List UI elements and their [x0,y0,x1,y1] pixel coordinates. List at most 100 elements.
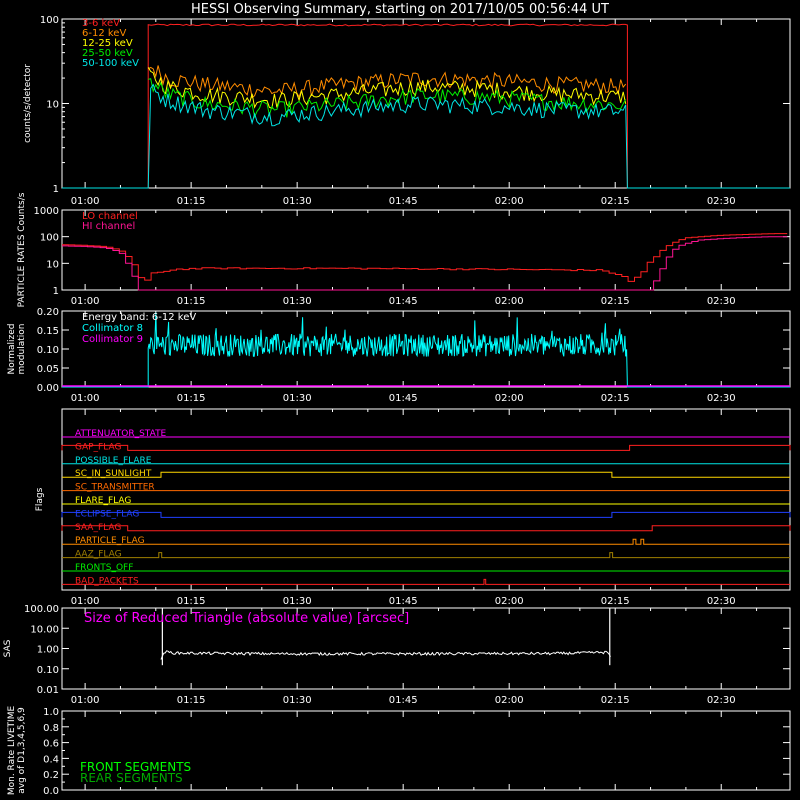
livetime-ytick-label: 0.4 [43,754,59,765]
sas-ytick-label: 10.00 [30,624,59,635]
particle-rates-xtick-label: 02:00 [495,296,524,307]
sas-ylabel-group: SAS [3,639,13,657]
count-rates-xtick-label: 01:00 [71,196,100,207]
flags-xtick-label: 02:15 [601,596,630,607]
sas-series [160,650,611,660]
livetime-ytick-label: 1.0 [43,707,59,718]
particle-rates-frame [61,209,791,291]
modulation-ylabel-line2-group: modulation [17,324,27,375]
count-rates-xtick-label: 01:15 [177,196,206,207]
modulation-legend-item: Collimator 9 [82,334,143,345]
particle-rates-xtick-label: 02:15 [601,296,630,307]
flag-label: SAA_FLAG [75,523,121,533]
modulation-ylabel-line2: modulation [17,324,27,375]
count-rates-legend-item: 50-100 keV [82,58,139,69]
modulation-xtick-label: 01:00 [71,393,100,404]
modulation-ylabel-line1: Normalized [7,323,17,374]
sas-xtick-label: 02:30 [707,695,736,706]
modulation-energy-band: Energy band: 6-12 keV [82,312,196,323]
sas-ylabel: SAS [3,639,13,657]
modulation-legend-item: Collimator 8 [82,323,143,334]
particle-rates-xtick-label: 02:30 [707,296,736,307]
modulation-ytick-label: 0.00 [37,383,59,394]
flag-trace-aaz-flag [62,552,790,559]
flags-xtick-label: 01:45 [389,596,418,607]
flag-trace-eclipse-flag [61,511,791,518]
figure-title: HESSI Observing Summary, starting on 201… [191,2,609,17]
modulation-ytick-label: 0.20 [37,307,59,318]
series-hi-channel [62,236,788,291]
sas-xtick-label: 02:00 [495,695,524,706]
particle-rates-ytick-label: 1000 [34,206,59,217]
particle-rates-ylabel: PARTICLE RATES Counts/s [17,192,27,307]
particle-rates-xtick-label: 01:30 [283,296,312,307]
particle-rates-legend-item: HI channel [82,221,135,232]
count-rates-xtick-label: 02:30 [707,196,736,207]
hessi-summary-figure: 1 10 100 01:00 01:15 01:30 01:45 02:00 02:15 02:3… [0,0,800,800]
sas-xtick-label: 02:15 [601,695,630,706]
count-rates-ylabel: counts/s/detector [23,64,33,143]
livetime-ylabel-line1-group: Mon. Rate LIVETIME [7,706,17,796]
series-lo-channel [62,233,788,282]
modulation-xtick-label: 01:15 [177,393,206,404]
modulation-xtick-label: 01:30 [283,393,312,404]
sas-xtick-label: 01:30 [283,695,312,706]
modulation-xtick-label: 02:30 [707,393,736,404]
livetime-ylabel-line1: Mon. Rate LIVETIME [7,706,17,796]
livetime-ylabel-line2: avg of D1,3,4,5,6,9 [17,707,27,794]
count-rates-xtick-label: 01:45 [389,196,418,207]
sas-xtick-label: 01:15 [177,695,206,706]
modulation-ytick-label: 0.05 [37,364,59,375]
count-rates-ytick-label: 10 [46,100,59,111]
modulation-ytick-label: 0.10 [37,345,59,356]
flags-ylabel-group: Flags [35,487,45,511]
modulation-xtick-label: 02:15 [601,393,630,404]
livetime-ytick-label: 0.6 [43,739,59,750]
flags-xtick-label: 01:15 [177,596,206,607]
flag-label: ECLIPSE_FLAG [75,509,139,519]
flags-ylabel: Flags [35,487,45,511]
chart-canvas: 1 10 100 01:00 01:15 01:30 01:45 02:00 02:15 02:3… [3,2,791,797]
sas-ytick-label: 0.10 [37,665,59,676]
flag-trace-gap-flag [61,444,791,451]
modulation-ytick-label: 0.15 [37,326,59,337]
flag-label: GAP_FLAG [75,442,121,452]
sas-ytick-label: 1.00 [37,645,59,656]
series-50-100-kev [62,83,790,189]
livetime-ytick-label: 0.8 [43,723,59,734]
livetime-ytick-label: 0.0 [43,786,59,797]
modulation-xtick-label: 02:00 [495,393,524,404]
modulation-ylabel-line1-group: Normalized [7,323,17,374]
livetime-legend-rear: REAR SEGMENTS [80,771,183,785]
count-rates-frame [61,18,791,189]
modulation-xtick-label: 01:45 [389,393,418,404]
count-rates-ytick-label: 1 [53,184,59,195]
flags-xtick-label: 02:30 [707,596,736,607]
flags-xtick-label: 01:00 [71,596,100,607]
sas-ytick-label: 100.00 [24,604,59,615]
count-rates-xtick-label: 02:00 [495,196,524,207]
flag-trace-saa-flag [61,525,791,532]
particle-rates-ytick-label: 10 [46,259,59,270]
series-collimator-8 [62,312,790,388]
sas-annotation: Size of Reduced Triangle (absolute value… [84,611,409,626]
count-rates-xtick-label: 01:30 [283,196,312,207]
flags-frame [61,408,791,591]
flag-trace-sc-in-sunlight [62,471,790,478]
flags-xtick-label: 01:30 [283,596,312,607]
particle-rates-xtick-label: 01:45 [389,296,418,307]
livetime-ytick-label: 0.2 [43,770,59,781]
sas-xtick-label: 01:45 [389,695,418,706]
flag-trace-bad-packets [62,578,790,585]
particle-rates-xtick-label: 01:00 [71,296,100,307]
count-rates-ytick-label: 100 [40,15,59,26]
flag-trace-particle-flag [62,538,790,545]
livetime-ylabel-line2-group: avg of D1,3,4,5,6,9 [17,707,27,794]
particle-rates-ytick-label: 1 [53,286,59,297]
particle-rates-ylabel-group: PARTICLE RATES Counts/s [17,192,27,307]
sas-xtick-label: 01:00 [71,695,100,706]
particle-rates-ytick-label: 100 [40,233,59,244]
count-rates-ylabel-group: counts/s/detector [23,64,33,143]
count-rates-xtick-label: 02:15 [601,196,630,207]
particle-rates-xtick-label: 01:15 [177,296,206,307]
